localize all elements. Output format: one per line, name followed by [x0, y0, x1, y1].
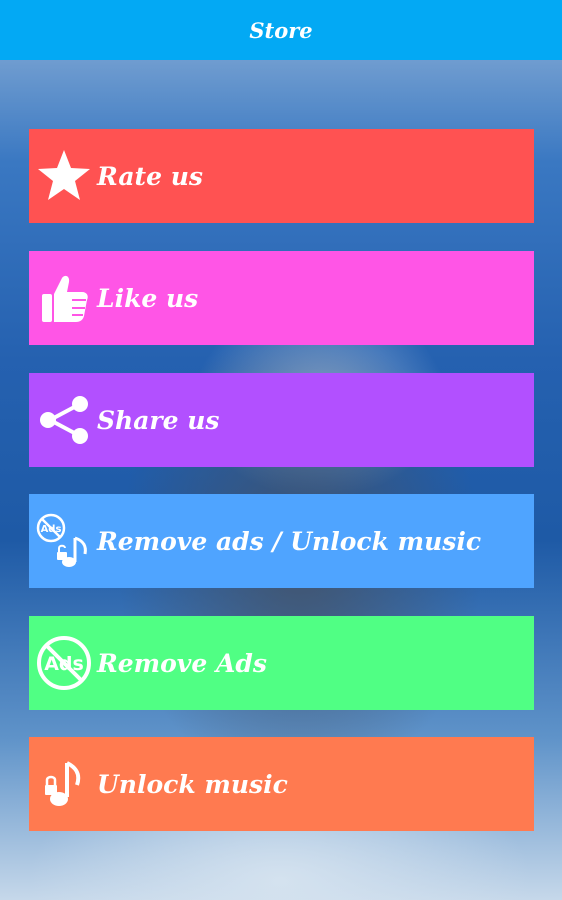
share-us-button[interactable]: Share us — [29, 373, 534, 467]
like-us-button[interactable]: Like us — [29, 251, 534, 345]
remove-ads-unlock-music-label: Remove ads / Unlock music — [97, 526, 482, 556]
remove-ads-button[interactable]: Ads Remove Ads — [29, 616, 534, 710]
remove-ads-unlock-music-button[interactable]: Ads Remove ads / Unlock music — [29, 494, 534, 588]
star-icon — [35, 147, 93, 205]
no-ads-icon: Ads — [35, 634, 93, 692]
rate-us-button[interactable]: Rate us — [29, 129, 534, 223]
thumbs-up-icon — [35, 269, 93, 327]
like-us-label: Like us — [97, 283, 199, 313]
remove-ads-label: Remove Ads — [97, 648, 267, 678]
share-icon — [35, 391, 93, 449]
top-bar: Store — [0, 0, 562, 60]
music-lock-icon — [35, 755, 93, 813]
ads-text: Ads — [41, 524, 62, 535]
unlock-music-label: Unlock music — [97, 769, 288, 799]
remove-ads-unlock-music-icon: Ads — [35, 512, 93, 570]
ads-text: Ads — [44, 653, 84, 675]
rate-us-label: Rate us — [97, 161, 203, 191]
unlock-music-button[interactable]: Unlock music — [29, 737, 534, 831]
share-us-label: Share us — [97, 405, 220, 435]
page-title: Store — [249, 17, 313, 43]
